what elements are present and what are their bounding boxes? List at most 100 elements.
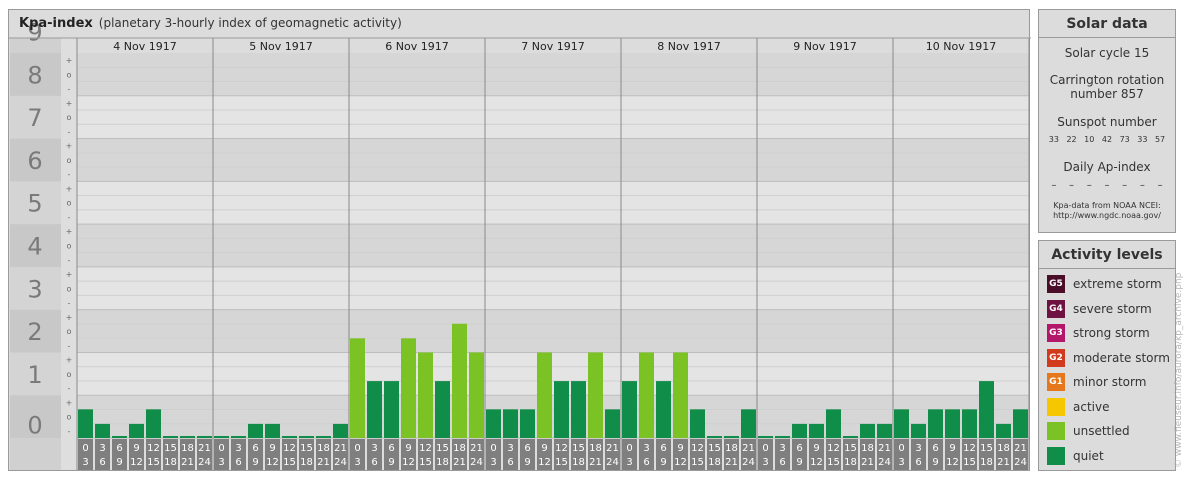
y-subtick-label: + bbox=[66, 184, 73, 193]
kp-bar bbox=[843, 436, 858, 438]
interval-end-label: 6 bbox=[507, 457, 513, 468]
interval-end-label: 3 bbox=[354, 457, 360, 468]
interval-end-label: 24 bbox=[742, 457, 755, 468]
y-subtick-label: + bbox=[66, 99, 73, 108]
interval-end-label: 24 bbox=[334, 457, 347, 468]
interval-end-label: 12 bbox=[810, 457, 823, 468]
activity-label: active bbox=[1073, 399, 1110, 414]
interval-start-label: 3 bbox=[235, 443, 241, 454]
kp-bar bbox=[996, 423, 1011, 438]
kp-bar bbox=[945, 409, 960, 438]
solar-data-heading: Solar data bbox=[1039, 10, 1175, 38]
interval-start-label: 6 bbox=[796, 443, 802, 454]
y-tick-label: 0 bbox=[27, 412, 42, 440]
day-label: 5 Nov 1917 bbox=[249, 40, 312, 53]
activity-label: minor storm bbox=[1073, 375, 1147, 390]
kp-bar bbox=[673, 352, 688, 438]
interval-start-label: 12 bbox=[555, 443, 568, 454]
kpa-chart: 0123456789-o+-o+-o+-o+-o+-o+-o+-o+-o+4 N… bbox=[9, 19, 1031, 470]
interval-start-label: 15 bbox=[980, 443, 993, 454]
interval-end-label: 18 bbox=[708, 457, 721, 468]
y-subtick-label: - bbox=[68, 213, 71, 222]
kp-bar bbox=[95, 423, 110, 438]
grid-band bbox=[77, 95, 1029, 139]
interval-start-label: 3 bbox=[99, 443, 105, 454]
interval-start-label: 15 bbox=[436, 443, 449, 454]
kp-bar bbox=[571, 381, 586, 438]
grid-band bbox=[77, 138, 1029, 182]
solar-data-panel: Solar data Solar cycle 15 Carrington rot… bbox=[1038, 9, 1176, 233]
carrington-number: number 857 bbox=[1070, 87, 1144, 101]
interval-end-label: 6 bbox=[235, 457, 241, 468]
interval-start-label: 15 bbox=[300, 443, 313, 454]
interval-start-label: 9 bbox=[541, 443, 547, 454]
y-subtick-label: o bbox=[67, 413, 72, 422]
interval-start-label: 6 bbox=[660, 443, 666, 454]
y-tick-label: 2 bbox=[27, 318, 42, 346]
activity-label: moderate storm bbox=[1073, 350, 1170, 365]
interval-start-label: 21 bbox=[878, 443, 891, 454]
interval-end-label: 6 bbox=[779, 457, 785, 468]
y-subtick-label: o bbox=[67, 156, 72, 165]
kp-bar bbox=[979, 381, 994, 438]
kp-bar bbox=[197, 436, 212, 438]
interval-end-label: 3 bbox=[898, 457, 904, 468]
chart-subtitle: (planetary 3-hourly index of geomagnetic… bbox=[98, 16, 402, 30]
kpa-chart-panel: 0 1 2 3 4 5 6 7 8 9- o + - o + - o + - o + - o + - o + - o + - o + - o +4 N… bbox=[8, 9, 1031, 471]
activity-label: severe storm bbox=[1073, 301, 1152, 316]
activity-levels-panel: Activity levels G5 extreme storm G4 severe … bbox=[1038, 240, 1176, 471]
kp-bar bbox=[282, 436, 297, 438]
interval-start-label: 6 bbox=[388, 443, 394, 454]
interval-end-label: 21 bbox=[317, 457, 330, 468]
y-subtick-label: - bbox=[68, 384, 71, 393]
activity-level-extreme-storm: G5 extreme storm bbox=[1039, 272, 1175, 297]
y-tick-label: 3 bbox=[27, 275, 42, 303]
interval-end-label: 24 bbox=[470, 457, 483, 468]
interval-start-label: 9 bbox=[813, 443, 819, 454]
interval-start-label: 3 bbox=[371, 443, 377, 454]
y-subtick-label: - bbox=[68, 170, 71, 179]
interval-start-label: 21 bbox=[334, 443, 347, 454]
interval-end-label: 18 bbox=[572, 457, 585, 468]
interval-start-label: 9 bbox=[133, 443, 139, 454]
interval-end-label: 3 bbox=[82, 457, 88, 468]
kp-bar bbox=[486, 409, 501, 438]
y-subtick-label: - bbox=[68, 256, 71, 265]
chart-title: Kpa-index (planetary 3-hourly index of ge… bbox=[19, 16, 402, 31]
interval-start-label: 21 bbox=[606, 443, 619, 454]
kp-bar bbox=[112, 436, 127, 438]
activity-swatch bbox=[1047, 422, 1065, 441]
interval-start-label: 18 bbox=[181, 443, 194, 454]
interval-start-label: 6 bbox=[116, 443, 122, 454]
interval-end-label: 12 bbox=[946, 457, 959, 468]
grid-band bbox=[77, 309, 1029, 353]
interval-start-label: 18 bbox=[861, 443, 874, 454]
sunspot-value: 57 bbox=[1154, 135, 1166, 144]
activity-swatch bbox=[1047, 397, 1065, 416]
interval-end-label: 18 bbox=[980, 457, 993, 468]
sunspot-value: 33 bbox=[1137, 135, 1148, 144]
day-label: 9 Nov 1917 bbox=[793, 40, 856, 53]
ap-value: – bbox=[1086, 180, 1092, 191]
kp-bar bbox=[248, 423, 263, 438]
interval-start-label: 6 bbox=[252, 443, 258, 454]
interval-start-label: 0 bbox=[762, 443, 768, 454]
interval-end-label: 24 bbox=[1014, 457, 1027, 468]
interval-end-label: 15 bbox=[419, 457, 432, 468]
interval-start-label: 21 bbox=[470, 443, 483, 454]
y-subtick-label: o bbox=[67, 70, 72, 79]
y-tick-label: 8 bbox=[27, 61, 42, 89]
interval-end-label: 3 bbox=[490, 457, 496, 468]
activity-swatch: G1 bbox=[1047, 373, 1065, 392]
y-subtick-label: o bbox=[67, 113, 72, 122]
activity-label: unsettled bbox=[1073, 424, 1130, 439]
day-label: 8 Nov 1917 bbox=[657, 40, 720, 53]
interval-start-label: 12 bbox=[147, 443, 160, 454]
interval-end-label: 15 bbox=[691, 457, 704, 468]
credit-source: Kpa-data from NOAA NCEI: bbox=[1053, 201, 1161, 210]
ap-heading: Daily Ap-index bbox=[1063, 160, 1151, 174]
activity-level-moderate-storm: G2 moderate storm bbox=[1039, 346, 1175, 371]
interval-start-label: 18 bbox=[997, 443, 1010, 454]
interval-start-label: 9 bbox=[269, 443, 275, 454]
interval-end-label: 18 bbox=[164, 457, 177, 468]
